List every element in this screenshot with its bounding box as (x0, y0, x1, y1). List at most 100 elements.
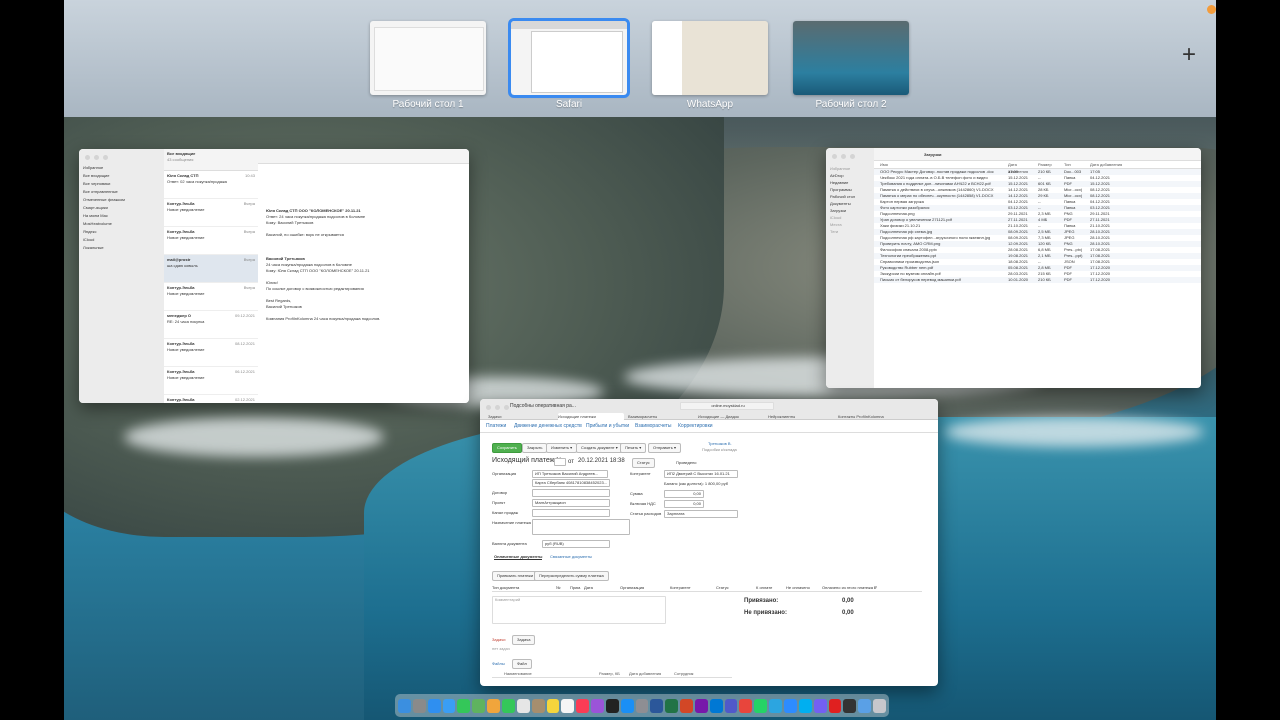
maps-icon[interactable] (472, 698, 486, 713)
zoom-icon[interactable] (784, 698, 797, 713)
finder-sidebar-item[interactable]: Программы (830, 187, 855, 194)
space-label-desktop-1[interactable]: Рабочий стол 1 (358, 99, 498, 110)
mail-list-item[interactable]: mail@prostr Вчера ша сдаю ковыль (164, 255, 258, 283)
teams-icon[interactable] (724, 698, 738, 713)
finder-sidebar-item[interactable]: AirDrop (830, 173, 855, 180)
whatsapp-icon[interactable] (754, 698, 768, 713)
mail-sidebar-item[interactable]: Все черновики (83, 181, 159, 189)
mail-window[interactable]: Избранное Все входящие Все черновики Все от… (79, 149, 469, 403)
notes-icon[interactable] (546, 698, 560, 713)
safari-tab-title[interactable]: Подсобны оперативная ра... (510, 403, 576, 409)
finder-sidebar-item[interactable]: Теги (830, 229, 855, 236)
docs-column-header[interactable]: К оплате (756, 585, 772, 590)
add-task-button[interactable]: Задача (512, 635, 536, 645)
photos-icon[interactable] (487, 698, 500, 713)
trash-icon[interactable] (873, 698, 886, 713)
calendar-icon[interactable] (516, 698, 530, 713)
contract-field[interactable] (532, 489, 610, 497)
mail-sidebar-item[interactable]: Яндекс (83, 229, 159, 237)
docs-column-header[interactable]: № (556, 585, 560, 590)
account-field[interactable]: Карта Сбербанк 40817810838452023... (532, 479, 610, 487)
docs-column-header[interactable]: Организация (620, 585, 644, 590)
finder-icon[interactable] (398, 698, 411, 713)
mail-sidebar-item[interactable]: Отмеченные флажком (83, 197, 159, 205)
purpose-field[interactable] (532, 519, 630, 535)
finder-sidebar-item[interactable]: Документы (830, 201, 855, 208)
messages-icon[interactable] (457, 698, 471, 713)
send-dropdown[interactable]: Отправить ▾ (648, 443, 681, 453)
onenote-icon[interactable] (694, 698, 708, 713)
podcasts-icon[interactable] (591, 698, 604, 713)
settings-icon[interactable] (635, 698, 649, 713)
redistribute-button[interactable]: Перераспределить сумму платежа (534, 571, 609, 581)
finder-sidebar-item[interactable]: iCloud (830, 215, 855, 222)
counterparty-field[interactable]: ИП2 Дмитрий С Высотах 16.01.21 (664, 470, 738, 478)
viber-icon[interactable] (813, 698, 827, 713)
downloads-icon[interactable] (858, 698, 872, 713)
apply-payments-button[interactable]: Привязать платежи (492, 571, 539, 581)
mail-sidebar-item[interactable]: iCloud (83, 237, 159, 245)
print-dropdown[interactable]: Печать ▾ (620, 443, 647, 453)
vat-field[interactable]: 0,00 (664, 500, 704, 508)
acrobat-icon[interactable] (828, 698, 842, 713)
change-dropdown[interactable]: Изменить ▾ (546, 443, 578, 453)
powerpoint-icon[interactable] (680, 698, 693, 713)
chrome-icon[interactable] (739, 698, 753, 713)
mail-sidebar-item[interactable]: Все отправленные (83, 189, 159, 197)
telegram-icon[interactable] (769, 698, 783, 713)
tasks-label[interactable]: Задачи (492, 637, 505, 642)
tab-linked-docs[interactable]: Связанные документы (550, 554, 592, 559)
contacts-icon[interactable] (531, 698, 545, 713)
mail-list-item[interactable]: менеджер О 09.12.2021 RE: 24 часа покупка (164, 311, 258, 339)
expense-field[interactable]: Зарплата (664, 510, 738, 518)
mail-list-item[interactable]: Контур.Эльба Вчера Новое уведомление (164, 227, 258, 255)
finder-window[interactable]: Избранное AirDrop Недавние Программы Рабочий… (826, 148, 1201, 388)
nav-cashflow[interactable]: Движение денежных средств (514, 423, 582, 429)
mail-icon[interactable] (442, 698, 456, 713)
org-field[interactable]: ИП Третьяков Василий Андреев... (532, 470, 608, 478)
add-space-button[interactable]: + (1178, 43, 1200, 67)
outlook-icon[interactable] (709, 698, 723, 713)
music-icon[interactable] (576, 698, 590, 713)
docs-column-header[interactable]: Прим. (570, 585, 581, 590)
space-label-desktop-2[interactable]: Рабочий стол 2 (781, 99, 921, 110)
status-dropdown[interactable]: Статус (632, 458, 655, 468)
mail-sidebar-item[interactable]: Избранное (83, 165, 159, 173)
docs-column-header[interactable]: Оплачено из этого платежа ₽ (822, 585, 877, 590)
safari-address-bar[interactable]: online.moysklad.ru (680, 402, 774, 410)
finder-sidebar-item[interactable]: Загрузки (830, 208, 855, 215)
author-link[interactable]: Третьяков В. (708, 441, 732, 446)
nav-corrections[interactable]: Корректировки (678, 423, 713, 429)
held-checkbox[interactable]: Проведено (676, 460, 697, 465)
mail-list-item[interactable]: Контур.Эльба 08.12.2021 Новое уведомление (164, 339, 258, 367)
appstore-icon[interactable] (620, 698, 634, 713)
close-button[interactable]: Закрыть (522, 443, 548, 453)
nav-settlements[interactable]: Взаиморасчеты (635, 423, 672, 429)
finder-sidebar-item[interactable]: Избранное (830, 166, 855, 173)
finder-sidebar-item[interactable]: Рабочий стол (830, 194, 855, 201)
facetime-icon[interactable] (501, 698, 515, 713)
project-field[interactable]: МагнАттракцион (532, 499, 610, 507)
nav-payments[interactable]: Платежи (486, 423, 506, 429)
nav-profit-loss[interactable]: Прибыли и убытки (586, 423, 629, 429)
space-thumb-whatsapp[interactable] (652, 21, 768, 95)
tab-paid-docs[interactable]: Оплаченные документы (494, 554, 543, 560)
date-field[interactable]: 20.12.2021 18:38 (578, 458, 625, 464)
safari-window[interactable]: Подсобны оперативная ра... online.moyskl… (480, 399, 938, 686)
reminders-icon[interactable] (561, 698, 575, 713)
mail-list-item[interactable]: Контур.Эльба02.12.2021Новое уведомление (164, 395, 258, 403)
mail-list-item[interactable]: Юля Склад СТП 10:43 Ответ: 02 часа покупка… (164, 171, 258, 199)
finder-column-headers[interactable]: Имя Дата изменения Размер Тип Дата добав… (874, 161, 1201, 174)
finder-sidebar-item[interactable]: Места (830, 222, 855, 229)
add-file-button[interactable]: Файл (512, 659, 532, 669)
mail-sidebar-item[interactable]: Локальные (83, 245, 159, 253)
tv-icon[interactable] (605, 698, 619, 713)
sum-field[interactable]: 0,00 (664, 490, 704, 498)
space-thumb-desktop-1[interactable] (370, 21, 486, 95)
skype-icon[interactable] (798, 698, 812, 713)
space-label-safari[interactable]: Safari (499, 99, 639, 110)
mail-sidebar-item[interactable]: Смарт-ящики (83, 205, 159, 213)
comment-field[interactable]: Комментарий (492, 596, 666, 624)
safari-icon[interactable] (427, 698, 441, 713)
sales-channel-field[interactable] (532, 509, 610, 517)
